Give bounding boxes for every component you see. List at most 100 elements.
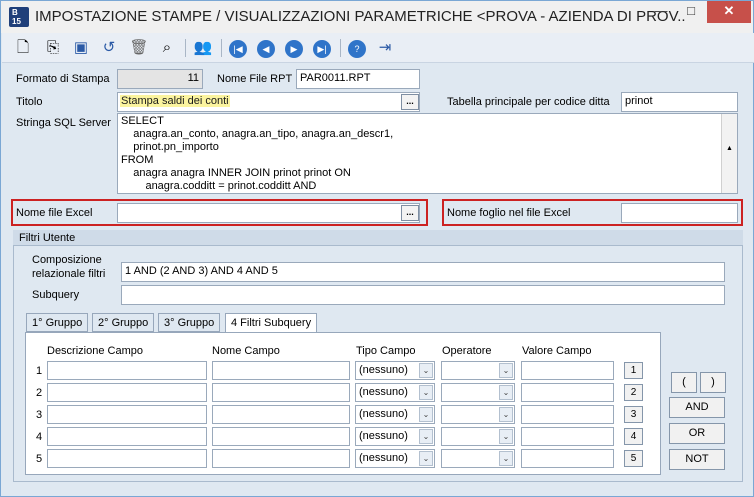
chevron-down-icon[interactable]: ⌄ [499,429,513,444]
foglio-field[interactable] [621,203,738,223]
titolo-label: Titolo [16,96,43,108]
tab-gruppo-1[interactable]: 1° Gruppo [26,313,89,332]
sql-scrollbar[interactable]: ▲ ⠿ ▼ [721,114,737,193]
tipo-select[interactable]: (nessuno) ⌄ [355,405,435,424]
prev-icon[interactable]: ◀ [255,37,277,59]
nome-rpt-field[interactable]: PAR0011.RPT [296,69,420,89]
nome-input[interactable] [212,427,350,446]
composizione-field[interactable]: 1 AND (2 AND 3) AND 4 AND 5 [121,262,725,282]
row-number: 3 [36,409,43,421]
descrizione-input[interactable] [47,405,207,424]
row-button[interactable]: 2 [624,384,643,401]
save-icon[interactable]: ▣ [70,37,92,59]
sql-line: anagra.codditt = prinot.codditt AND [121,180,317,192]
operatore-select[interactable]: ⌄ [441,427,515,446]
chevron-down-icon[interactable]: ⌄ [419,363,433,378]
help-icon[interactable]: ? [346,37,368,59]
chevron-down-icon[interactable]: ⌄ [499,451,513,466]
operatore-select[interactable]: ⌄ [441,405,515,424]
nome-input[interactable] [212,383,350,402]
row-button[interactable]: 5 [624,450,643,467]
main-window: B 15 IMPOSTAZIONE STAMPE / VISUALIZZAZION… [0,0,754,497]
sql-textarea[interactable]: SELECT anagra.an_conto, anagra.an_tipo, … [117,113,738,194]
operatore-select[interactable]: ⌄ [441,449,515,468]
tabella-field[interactable]: prinot [621,92,738,112]
chevron-down-icon[interactable]: ⌄ [419,407,433,422]
nome-input[interactable] [212,405,350,424]
and-button[interactable]: AND [669,397,725,418]
tabella-label: Tabella principale per codice ditta [447,96,610,108]
users-icon[interactable]: 👥 [192,37,214,59]
col-tipo: Tipo Campo [356,345,416,357]
last-icon[interactable]: ▶| [311,37,333,59]
paren-open-button[interactable]: ( [671,372,697,393]
col-descrizione: Descrizione Campo [47,345,143,357]
excel-field[interactable]: ... [117,203,420,223]
tab-gruppo-3[interactable]: 3° Gruppo [158,313,221,332]
chevron-down-icon[interactable]: ⌄ [499,407,513,422]
nome-input[interactable] [212,449,350,468]
tipo-select[interactable]: (nessuno) ⌄ [355,427,435,446]
row-number: 4 [36,431,43,443]
formato-label: Formato di Stampa [16,73,110,85]
chevron-down-icon[interactable]: ⌄ [499,385,513,400]
tab-gruppo-2[interactable]: 2° Gruppo [92,313,155,332]
undo-icon[interactable]: ↺ [98,37,120,59]
paren-close-button[interactable]: ) [700,372,726,393]
copy-icon[interactable]: ⎘ [42,37,64,59]
operatore-select[interactable]: ⌄ [441,361,515,380]
subquery-label: Subquery [32,289,80,301]
tipo-select[interactable]: (nessuno) ⌄ [355,449,435,468]
tipo-value: (nessuno) [359,452,408,464]
delete-icon[interactable]: 🗑 [128,37,150,59]
title-bar[interactable]: B 15 IMPOSTAZIONE STAMPE / VISUALIZZAZION… [1,1,753,33]
valore-input[interactable] [521,449,614,468]
formato-field[interactable]: 11 [117,69,203,89]
valore-input[interactable] [521,383,614,402]
first-icon[interactable]: |◀ [227,37,249,59]
descrizione-input[interactable] [47,383,207,402]
row-button[interactable]: 1 [624,362,643,379]
valore-input[interactable] [521,427,614,446]
descrizione-input[interactable] [47,427,207,446]
subquery-field[interactable] [121,285,725,305]
or-button[interactable]: OR [669,423,725,444]
new-icon[interactable]: 🗋 [12,37,34,59]
col-nome: Nome Campo [212,345,280,357]
excel-browse-button[interactable]: ... [401,205,419,221]
not-button[interactable]: NOT [669,449,725,470]
nome-input[interactable] [212,361,350,380]
col-operatore: Operatore [442,345,492,357]
titolo-value: Stampa saldi dei conti [120,95,230,107]
operatore-select[interactable]: ⌄ [441,383,515,402]
tipo-select[interactable]: (nessuno) ⌄ [355,361,435,380]
row-button[interactable]: 3 [624,406,643,423]
sql-label: Stringa SQL Server [16,117,111,129]
chevron-down-icon[interactable]: ⌄ [419,429,433,444]
exit-icon[interactable]: ⇥ [374,37,396,59]
next-icon[interactable]: ▶ [283,37,305,59]
row-number: 2 [36,387,43,399]
tipo-value: (nessuno) [359,386,408,398]
titolo-field[interactable]: Stampa saldi dei conti ... [117,92,420,112]
minimize-button[interactable]: — [647,1,675,23]
toolbar-separator [185,39,186,57]
sql-line: FROM [121,154,154,166]
row-button[interactable]: 4 [624,428,643,445]
chevron-down-icon[interactable]: ⌄ [499,363,513,378]
valore-input[interactable] [521,405,614,424]
scroll-up-icon[interactable]: ▲ [722,142,737,155]
tipo-select[interactable]: (nessuno) ⌄ [355,383,435,402]
toolbar: 🗋 ⎘ ▣ ↺ 🗑 ⌕ 👥 |◀ ◀ ▶ ▶| ? ⇥ [2,33,754,63]
valore-input[interactable] [521,361,614,380]
descrizione-input[interactable] [47,449,207,468]
filtri-title: Filtri Utente [13,230,743,246]
chevron-down-icon[interactable]: ⌄ [419,451,433,466]
search-icon[interactable]: ⌕ [156,37,178,59]
descrizione-input[interactable] [47,361,207,380]
tab-filtri-subquery[interactable]: 4 Filtri Subquery [225,313,318,333]
maximize-button[interactable]: □ [677,1,705,23]
close-button[interactable]: ✕ [707,1,751,23]
chevron-down-icon[interactable]: ⌄ [419,385,433,400]
titolo-browse-button[interactable]: ... [401,94,419,110]
